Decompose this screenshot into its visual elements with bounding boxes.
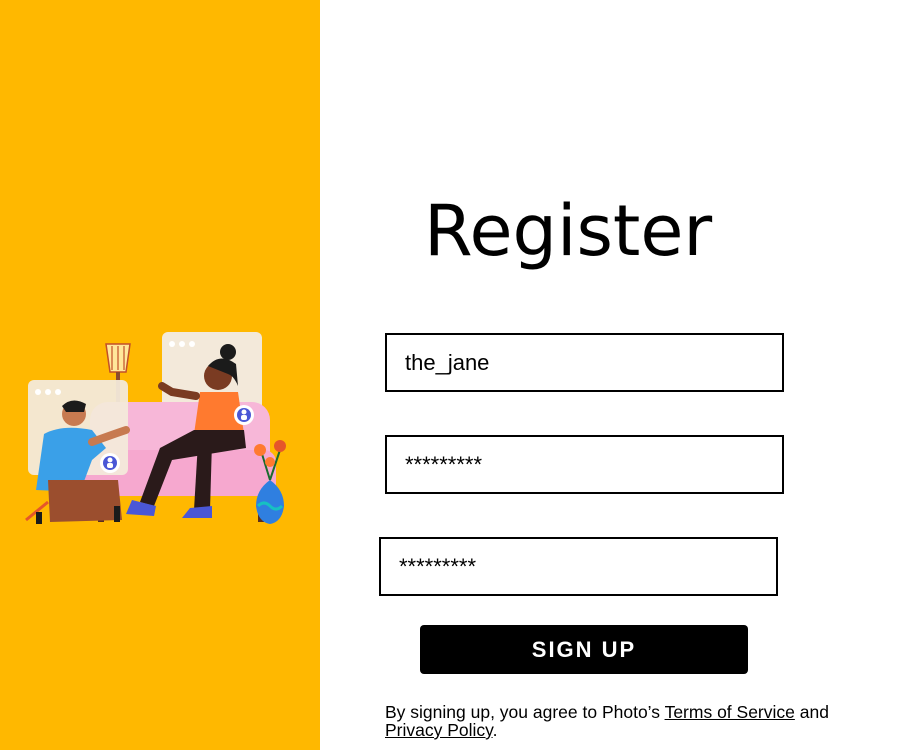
terms-of-service-link[interactable]: Terms of Service <box>665 702 795 722</box>
user-avatar-icon <box>234 405 254 425</box>
user-avatar-icon <box>100 453 120 473</box>
terms-middle: and <box>794 702 829 722</box>
terms-notice: By signing up, you agree to Photo’s Term… <box>385 703 865 739</box>
terms-suffix: . <box>492 720 498 740</box>
password-field[interactable] <box>385 435 784 494</box>
video-call-illustration <box>25 332 286 524</box>
confirm-password-field[interactable] <box>379 537 778 596</box>
left-panel <box>0 0 320 750</box>
page-title: Register <box>424 190 713 272</box>
privacy-policy-link[interactable]: Privacy Policy <box>385 720 493 740</box>
username-field[interactable] <box>385 333 784 392</box>
sign-up-button[interactable]: SIGN UP <box>420 625 748 674</box>
terms-prefix: By signing up, you agree to Photo’s <box>385 702 665 722</box>
